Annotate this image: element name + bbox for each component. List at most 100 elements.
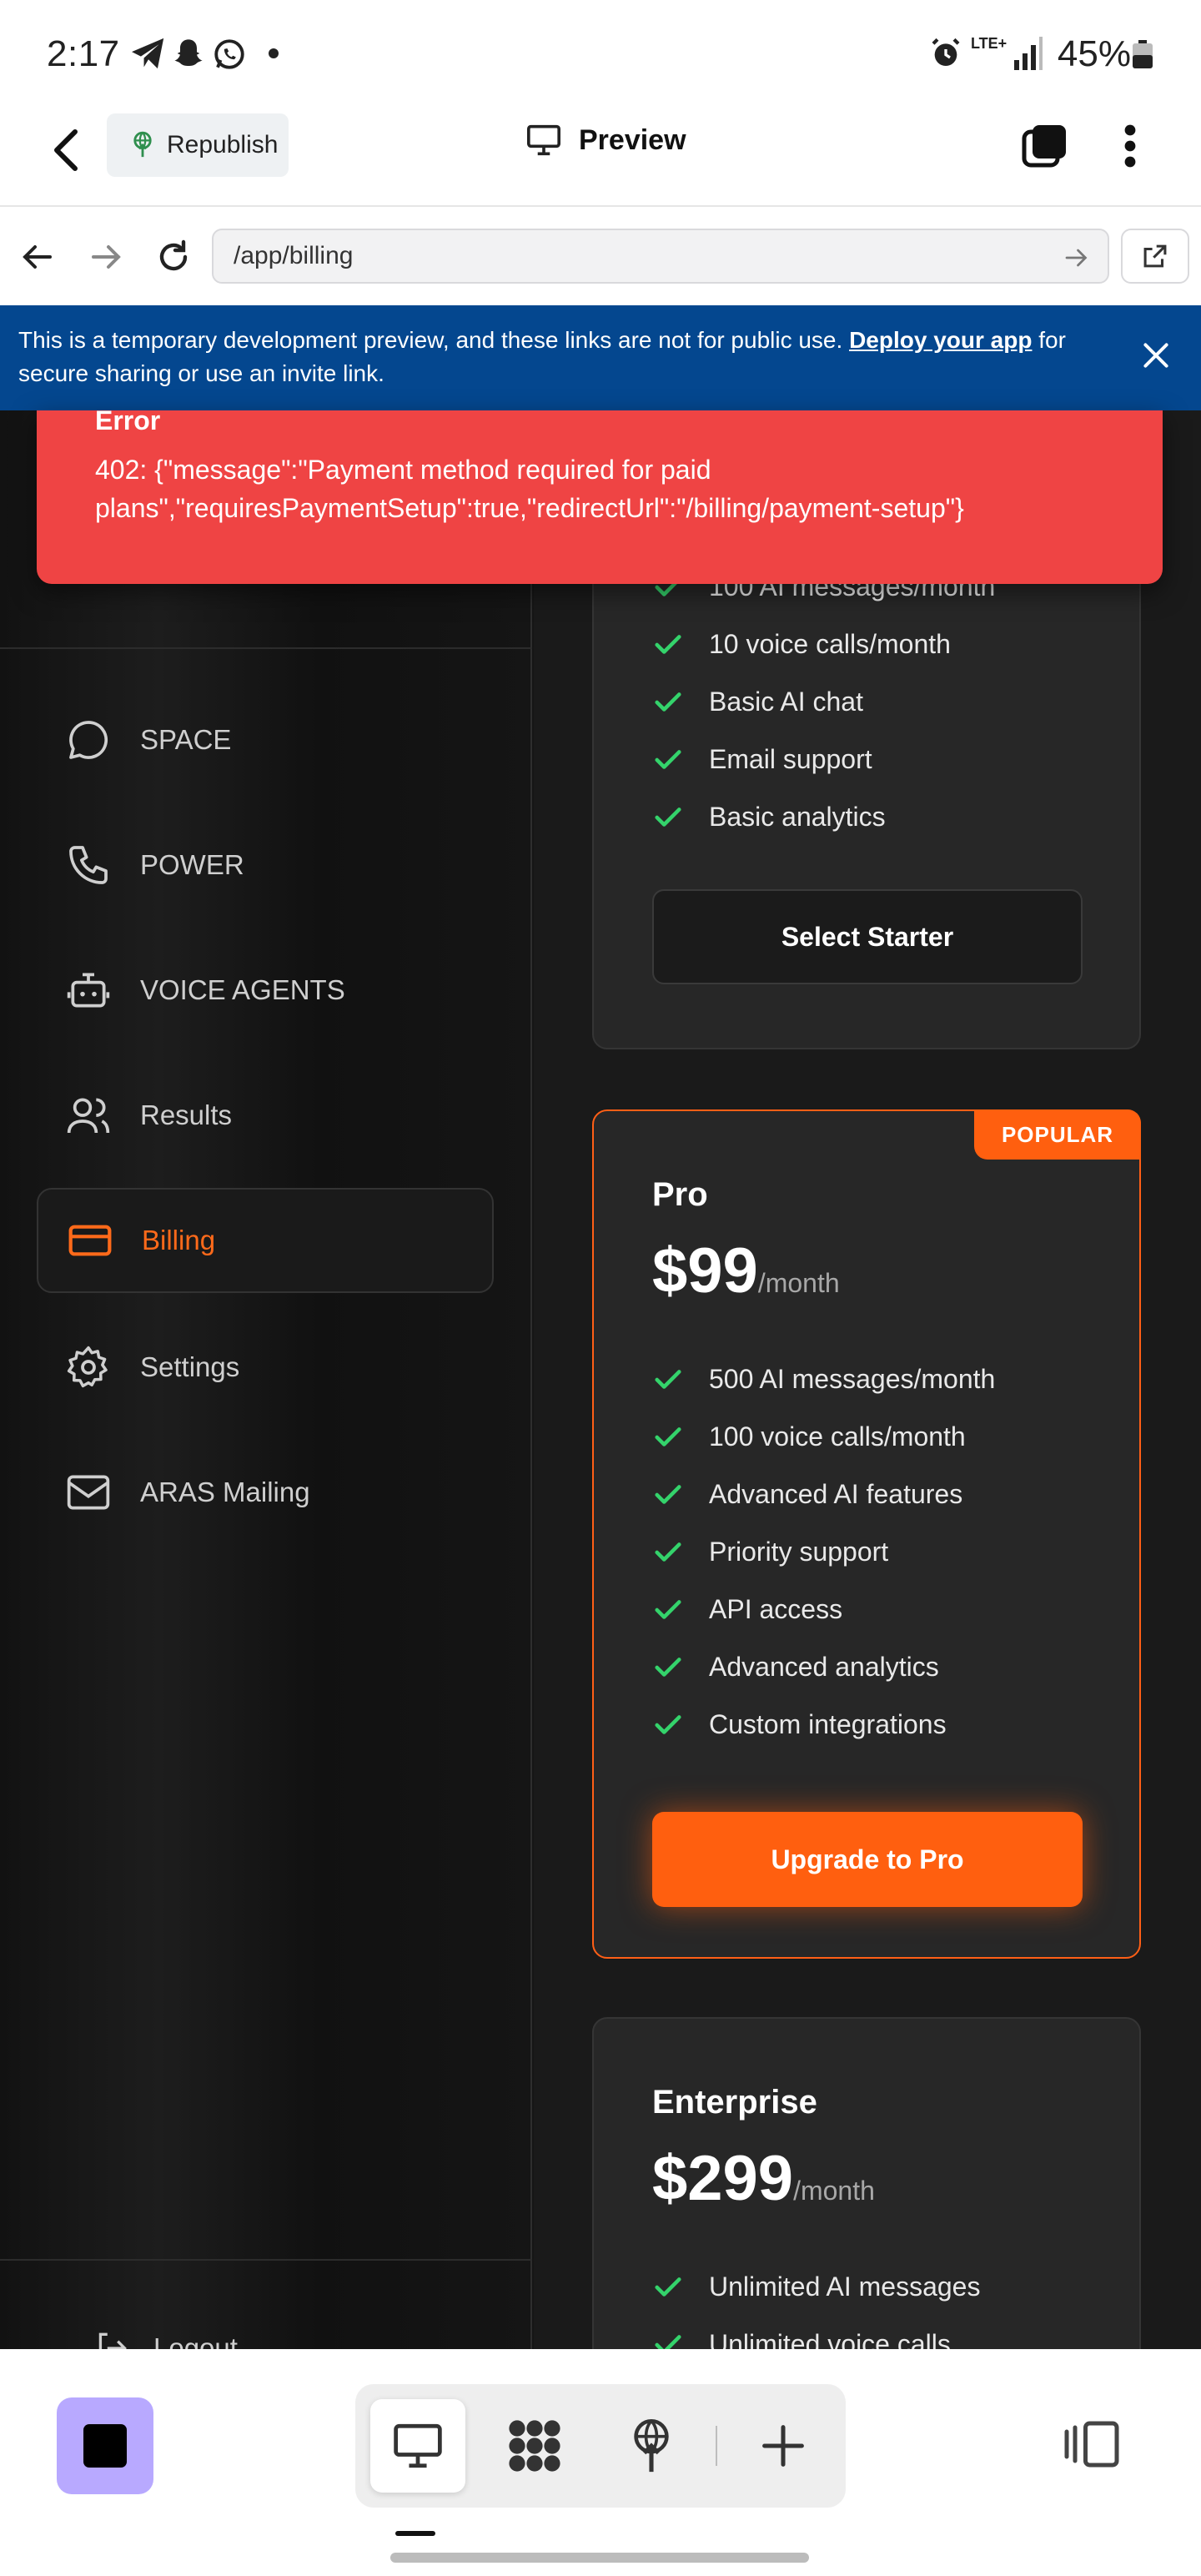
logout-button[interactable]: Logout	[92, 2327, 238, 2349]
error-message: 402: {"message":"Payment method required…	[95, 455, 964, 523]
url-input[interactable]: /app/billing	[212, 229, 1109, 284]
banner-text: This is a temporary development preview,…	[18, 327, 843, 353]
deploy-app-link[interactable]: Deploy your app	[849, 327, 1032, 353]
feature-item: Unlimited AI messages	[652, 2271, 980, 2302]
feature-item: Basic analytics	[652, 801, 886, 833]
network-type: LTE+	[971, 35, 1008, 52]
check-icon	[652, 2328, 684, 2349]
plus-icon	[760, 2423, 807, 2469]
external-link-icon	[1141, 242, 1169, 270]
preview-toggle[interactable]: Preview	[525, 123, 686, 157]
logout-label: Logout	[153, 2332, 238, 2349]
sidebar-item-label: VOICE AGENTS	[140, 974, 345, 1005]
workflows-tool-button[interactable]	[487, 2399, 582, 2493]
monitor-icon	[391, 2422, 445, 2470]
check-icon	[652, 1421, 684, 1452]
open-external-button[interactable]	[1121, 229, 1189, 284]
mail-icon	[65, 1469, 112, 1516]
back-button[interactable]	[50, 127, 83, 174]
feature-item: Advanced AI features	[652, 1478, 962, 1510]
check-icon	[652, 1708, 684, 1740]
upgrade-to-pro-button[interactable]: Upgrade to Pro	[652, 1812, 1083, 1907]
deploy-icon	[626, 2418, 676, 2474]
gesture-bar[interactable]	[390, 2553, 809, 2563]
sidebar-item-label: Billing	[142, 1225, 216, 1255]
app-area: SPACE POWER VOICE AGENTS Results Billing	[0, 410, 1201, 2349]
sidebar-item-settings[interactable]: Settings	[37, 1315, 494, 1420]
add-tool-button[interactable]	[736, 2399, 831, 2493]
feature-item: Custom integrations	[652, 1708, 947, 1740]
deploy-icon	[130, 131, 155, 159]
browser-toolbar: /app/billing	[0, 209, 1201, 305]
sidebar-item-label: Results	[140, 1099, 233, 1130]
sidebar-item-aras-mailing[interactable]: ARAS Mailing	[37, 1440, 494, 1545]
check-icon	[652, 743, 684, 775]
feature-item: Unlimited voice calls	[652, 2328, 951, 2349]
status-bar: 2:17 LTE+ 45%	[0, 0, 1201, 107]
sidebar-item-label: POWER	[140, 849, 244, 880]
sidebar-item-voice-agents[interactable]: VOICE AGENTS	[37, 938, 494, 1043]
check-icon	[652, 628, 684, 660]
side-panel-icon	[1063, 2419, 1121, 2469]
sidebar-divider	[0, 647, 532, 649]
check-icon	[652, 1593, 684, 1625]
url-text: /app/billing	[234, 242, 354, 269]
reload-icon[interactable]	[155, 239, 192, 275]
tool-dock	[355, 2384, 846, 2508]
check-icon	[652, 1478, 684, 1510]
deploy-tool-button[interactable]	[604, 2399, 699, 2493]
feature-item: 500 AI messages/month	[652, 1363, 995, 1395]
sidebar: SPACE POWER VOICE AGENTS Results Billing	[0, 410, 532, 2349]
monitor-icon	[525, 123, 562, 157]
feature-item: Priority support	[652, 1536, 888, 1567]
plan-card-pro: POPULAR Pro $99/month 500 AI messages/mo…	[592, 1109, 1141, 1959]
more-options-icon[interactable]	[1118, 122, 1143, 170]
sidebar-item-label: Settings	[140, 1351, 240, 1382]
plan-name: Enterprise	[652, 2084, 817, 2121]
check-icon	[652, 801, 684, 833]
close-icon[interactable]	[1141, 340, 1171, 370]
signal-icon	[1013, 37, 1043, 70]
preview-label: Preview	[579, 123, 686, 156]
users-icon	[65, 1092, 112, 1139]
active-indicator	[395, 2531, 435, 2536]
check-icon	[652, 1536, 684, 1567]
go-arrow-icon[interactable]	[1064, 245, 1089, 270]
error-toast[interactable]: Error 402: {"message":"Payment method re…	[37, 405, 1163, 584]
republish-label: Republish	[167, 131, 279, 158]
stop-button[interactable]	[57, 2397, 153, 2494]
snapchat-icon	[172, 37, 205, 70]
check-icon	[652, 2271, 684, 2302]
tabs-button[interactable]	[1021, 122, 1069, 170]
panel-toggle-button[interactable]	[1063, 2419, 1121, 2469]
telegram-icon	[130, 37, 167, 70]
sidebar-item-billing[interactable]: Billing	[37, 1188, 494, 1293]
robot-icon	[65, 967, 112, 1014]
dock-divider	[716, 2426, 717, 2466]
feature-item: 10 voice calls/month	[652, 628, 951, 660]
browser-back-icon[interactable]	[20, 240, 53, 274]
popular-badge: POPULAR	[974, 1109, 1141, 1160]
gear-icon	[65, 1344, 112, 1391]
feature-item: 100 voice calls/month	[652, 1421, 966, 1452]
grid-blobs-icon	[505, 2416, 565, 2476]
sidebar-item-space[interactable]: SPACE	[37, 687, 494, 792]
browser-forward-icon[interactable]	[90, 240, 123, 274]
battery-icon	[1133, 40, 1153, 68]
error-title: Error	[95, 405, 161, 435]
feature-item: Advanced analytics	[652, 1651, 939, 1683]
sidebar-item-power[interactable]: POWER	[37, 813, 494, 918]
logout-icon	[92, 2327, 133, 2349]
billing-main: 100 AI messages/month 10 voice calls/mon…	[534, 410, 1201, 2349]
feature-item: API access	[652, 1593, 842, 1625]
whatsapp-icon	[212, 37, 247, 72]
credit-card-icon	[67, 1217, 113, 1264]
sidebar-item-label: SPACE	[140, 724, 232, 755]
preview-tool-button[interactable]	[370, 2399, 465, 2493]
preview-banner: This is a temporary development preview,…	[0, 305, 1201, 410]
plan-price: $299/month	[652, 2143, 875, 2214]
republish-button[interactable]: Republish	[107, 113, 289, 177]
status-time: 2:17	[47, 33, 120, 74]
sidebar-item-results[interactable]: Results	[37, 1063, 494, 1168]
select-starter-button[interactable]: Select Starter	[652, 889, 1083, 984]
